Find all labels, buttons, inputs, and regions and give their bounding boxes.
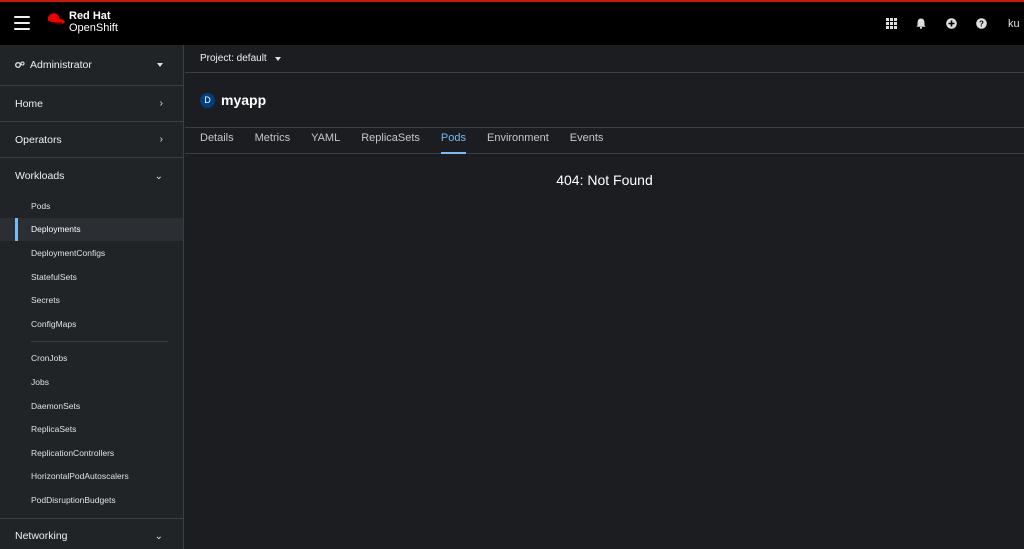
main-content: Project: default D myapp Details Metrics… (185, 45, 1024, 549)
nav-section-home[interactable]: Home › (0, 86, 183, 122)
project-selector[interactable]: Project: default (185, 45, 1024, 73)
sidebar-item-horizontalpodautoscalers[interactable]: HorizontalPodAutoscalers (0, 465, 183, 489)
red-hat-icon (47, 13, 65, 25)
sidebar-item-configmaps[interactable]: ConfigMaps (0, 312, 183, 336)
error-message: 404: Not Found (556, 172, 653, 188)
masthead: Red Hat OpenShift ? ku (0, 2, 1024, 45)
resource-badge: D (200, 92, 215, 108)
project-label: Project: default (200, 53, 267, 64)
nav-section-operators[interactable]: Operators › (0, 122, 183, 158)
sidebar-nav: Administrator Home › Operators › Workloa… (0, 45, 184, 549)
brand-name: Red Hat (69, 10, 111, 22)
hamburger-menu-icon[interactable] (14, 16, 30, 30)
resource-name: myapp (221, 92, 267, 108)
product-name: OpenShift (69, 22, 118, 34)
sidebar-item-daemonsets[interactable]: DaemonSets (0, 394, 183, 418)
submenu-divider (31, 340, 168, 342)
sidebar-item-deploymentconfigs[interactable]: DeploymentConfigs (0, 241, 183, 265)
sidebar-item-pods[interactable]: Pods (0, 194, 183, 218)
sidebar-item-secrets[interactable]: Secrets (0, 288, 183, 312)
app-launcher-icon[interactable] (876, 2, 906, 45)
tab-environment[interactable]: Environment (487, 128, 549, 153)
cogs-icon (15, 61, 25, 68)
nav-section-workloads[interactable]: Workloads ⌄ (0, 158, 183, 194)
chevron-right-icon: › (159, 98, 163, 109)
sidebar-item-cronjobs[interactable]: CronJobs (0, 347, 183, 371)
nav-section-label: Workloads (15, 170, 65, 182)
tab-metrics[interactable]: Metrics (255, 128, 290, 153)
sidebar-item-poddisruptionbudgets[interactable]: PodDisruptionBudgets (0, 488, 183, 512)
sidebar-item-replicationcontrollers[interactable]: ReplicationControllers (0, 441, 183, 465)
page-title: D myapp (185, 73, 1024, 127)
tab-details[interactable]: Details (200, 128, 234, 153)
sidebar-item-statefulsets[interactable]: StatefulSets (0, 265, 183, 289)
chevron-down-icon: ⌄ (154, 530, 163, 542)
nav-section-label: Operators (15, 133, 62, 146)
chevron-right-icon: › (159, 134, 163, 145)
nav-section-networking[interactable]: Networking ⌄ (0, 519, 183, 549)
perspective-label: Administrator (30, 59, 92, 71)
caret-down-icon (157, 63, 163, 67)
caret-down-icon (274, 56, 281, 61)
nav-section-label: Home (15, 97, 44, 110)
bell-icon[interactable] (906, 2, 936, 45)
chevron-down-icon: ⌄ (154, 170, 163, 182)
svg-text:?: ? (979, 19, 984, 28)
nav-section-label: Networking (15, 530, 68, 543)
perspective-switcher[interactable]: Administrator (0, 45, 183, 86)
tab-replicasets[interactable]: ReplicaSets (361, 128, 420, 153)
user-menu[interactable]: ku (1008, 18, 1024, 30)
openshift-logo[interactable]: Red Hat OpenShift (44, 10, 118, 34)
workloads-submenu: Pods Deployments DeploymentConfigs State… (0, 194, 183, 519)
plus-circle-icon[interactable] (936, 2, 966, 45)
sidebar-item-jobs[interactable]: Jobs (0, 370, 183, 394)
help-icon[interactable]: ? (966, 2, 996, 45)
tab-yaml[interactable]: YAML (311, 128, 340, 153)
tab-bar: Details Metrics YAML ReplicaSets Pods En… (185, 127, 1024, 154)
sidebar-item-deployments[interactable]: Deployments (0, 217, 183, 242)
tab-pods[interactable]: Pods (440, 128, 467, 154)
sidebar-item-replicasets[interactable]: ReplicaSets (0, 417, 183, 441)
tab-events[interactable]: Events (570, 128, 604, 153)
